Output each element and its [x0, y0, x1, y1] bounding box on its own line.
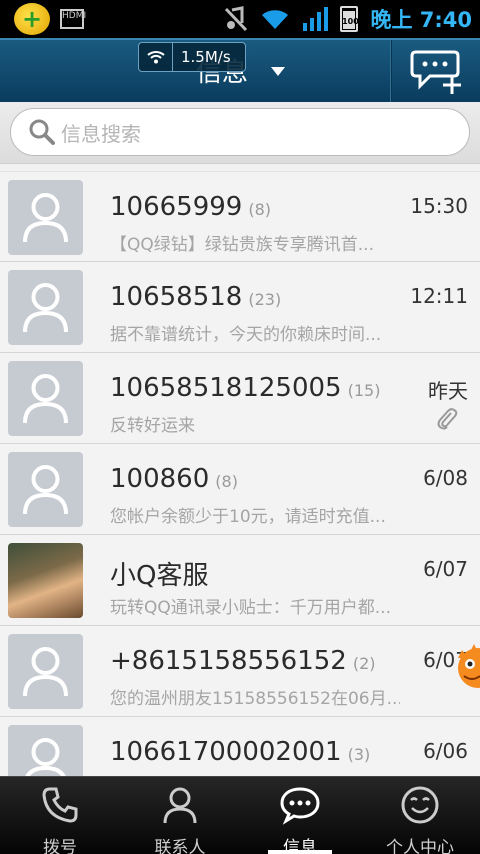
avatar[interactable] — [8, 452, 83, 527]
message-time: 6/07 — [423, 557, 468, 581]
contact-name: 10661700002001 (3) — [110, 737, 370, 767]
contact-name-text: 10658518 — [110, 282, 243, 312]
message-preview: 【QQ绿钻】绿钻贵族专享腾讯首... — [110, 235, 374, 255]
message-preview: 反转好运来 — [110, 416, 195, 436]
contact-name: +8615158556152 (2) — [110, 646, 376, 676]
message-preview: 据不靠谱统计，今天的你赖床时间... — [110, 325, 382, 345]
message-count: (15) — [347, 381, 381, 400]
battery-icon: 100 — [340, 6, 359, 32]
message-preview: 您的温州朋友15158556152在06月... — [110, 689, 400, 709]
conversation-row[interactable]: +8615158556152 (2) 您的温州朋友15158556152在06月..… — [0, 626, 480, 717]
contact-name-text: 100860 — [110, 464, 210, 494]
message-time: 6/08 — [423, 466, 468, 490]
search-icon — [29, 119, 55, 145]
nav-label: 联系人 — [154, 838, 206, 854]
message-count: (2) — [352, 654, 376, 673]
contact-name: 10658518125005 (15) — [110, 373, 380, 403]
nav-label: 拨号 — [43, 838, 77, 854]
contact-name-text: 小Q客服 — [110, 561, 209, 591]
message-preview: 玩转QQ通讯录小贴士：千万用户都... — [110, 598, 391, 618]
search-bar: 信息搜索 — [0, 102, 480, 164]
contact-name: 100860 (8) — [110, 464, 238, 494]
nav-tab-3[interactable]: 个人中心 — [360, 777, 480, 854]
message-time: 12:11 — [410, 284, 468, 308]
compose-message-icon[interactable] — [410, 48, 464, 94]
conversation-row[interactable]: 小Q客服玩转QQ通讯录小贴士：千万用户都... 6/07 — [0, 535, 480, 626]
nav-tab-1[interactable]: 联系人 — [120, 777, 240, 854]
phone-icon — [40, 785, 80, 829]
hdmi-icon: HDMI — [60, 9, 86, 29]
contact-name: 小Q客服 — [110, 555, 214, 592]
conversation-row[interactable]: 10658518 (23) 据不靠谱统计，今天的你赖床时间... 12:11 — [0, 262, 480, 353]
bottom-nav: 拨号 联系人 信息 个人中心 — [0, 776, 480, 854]
contact-name-text: 10658518125005 — [110, 373, 342, 403]
clock: 晚上 7:40 — [370, 8, 472, 32]
message-time: 6/06 — [423, 739, 468, 763]
message-count: (23) — [248, 290, 282, 309]
avatar[interactable] — [8, 634, 83, 709]
status-bar: + HDMI 100 晚上 7:40 — [0, 0, 480, 38]
message-preview: 您帐户余额少于10元，请适时充值... — [110, 507, 386, 527]
nav-tab-0[interactable]: 拨号 — [0, 777, 120, 854]
header-divider — [390, 40, 392, 102]
contact-name-text: 10665999 — [110, 192, 243, 222]
contact-name: 10658518 (23) — [110, 282, 281, 312]
message-icon — [280, 785, 320, 829]
conversation-row[interactable]: 100860 (8) 您帐户余额少于10元，请适时充值... 6/08 — [0, 444, 480, 535]
network-speed-indicator: 1.5M/s — [138, 42, 246, 72]
search-placeholder: 信息搜索 — [61, 121, 141, 146]
wifi-icon — [262, 10, 289, 30]
app-plus-icon: + — [14, 3, 50, 35]
message-time: 15:30 — [410, 194, 468, 218]
title-dropdown-icon[interactable] — [271, 67, 285, 76]
message-count: (3) — [347, 745, 371, 764]
wifi-small-icon — [139, 43, 173, 71]
avatar[interactable] — [8, 725, 83, 776]
avatar[interactable] — [8, 180, 83, 255]
signal-icon — [303, 7, 329, 31]
contact-icon — [160, 785, 200, 829]
nav-label: 信息 — [283, 838, 317, 854]
nav-tab-2[interactable]: 信息 — [240, 777, 360, 854]
contact-name-text: +8615158556152 — [110, 646, 347, 676]
conversation-row[interactable]: 10661700002001(3)超级QQ贴心提醒：好友刘海青上线...6/06 — [0, 717, 480, 776]
message-time: 昨天 — [428, 379, 468, 403]
search-input[interactable]: 信息搜索 — [10, 108, 470, 156]
conversation-row[interactable]: 10658518125005 (15) 反转好运来 昨天 — [0, 353, 480, 444]
attachment-icon — [436, 407, 458, 431]
message-count: (8) — [215, 472, 238, 491]
contact-name: 10665999 (8) — [110, 192, 271, 222]
message-count: (8) — [248, 200, 272, 219]
smiley-icon — [400, 785, 440, 829]
conversation-list[interactable]: 10665999 (8) 【QQ绿钻】绿钻贵族专享腾讯首... 15:30 106585… — [0, 164, 480, 776]
speed-value: 1.5M/s — [181, 48, 231, 66]
contact-name-text: 10661700002001 — [110, 737, 342, 767]
conversation-row[interactable]: 10665999 (8) 【QQ绿钻】绿钻贵族专享腾讯首... 15:30 — [0, 171, 480, 262]
avatar[interactable] — [8, 270, 83, 345]
floating-mascot-icon[interactable] — [452, 640, 480, 696]
mute-icon — [225, 6, 248, 32]
nav-label: 个人中心 — [386, 838, 454, 854]
avatar[interactable] — [8, 361, 83, 436]
avatar[interactable] — [8, 543, 83, 618]
